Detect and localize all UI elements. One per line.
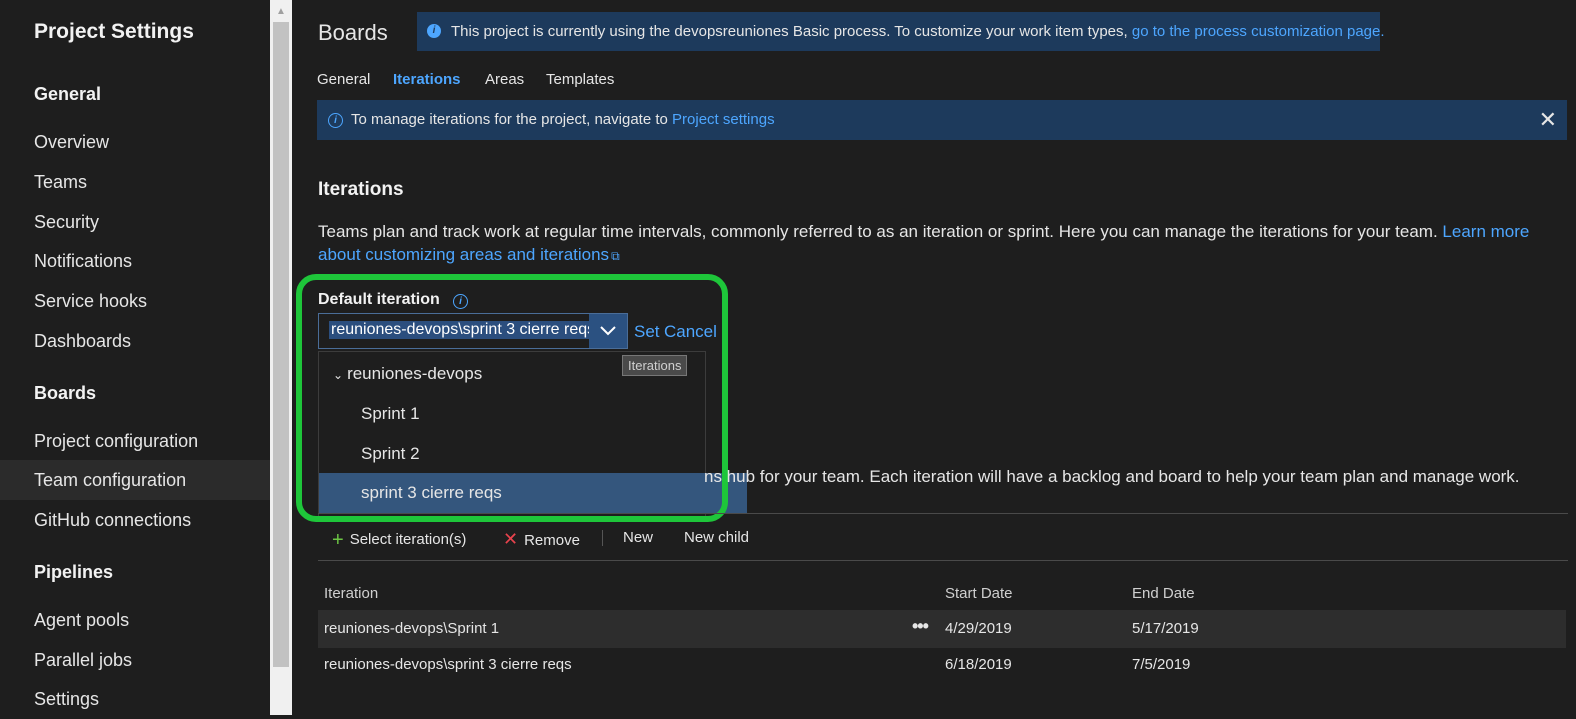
divider: [318, 560, 1568, 561]
select-iterations-button[interactable]: + Select iteration(s): [332, 529, 466, 552]
tab-general[interactable]: General: [317, 71, 370, 88]
default-iteration-combobox[interactable]: reuniones-devops\sprint 3 cierre reqs: [318, 313, 628, 349]
info-icon[interactable]: i: [453, 294, 468, 309]
more-options-icon[interactable]: •••: [912, 616, 929, 637]
select-iterations-label[interactable]: Select iteration(s): [350, 531, 467, 548]
process-info-banner: i This project is currently using the de…: [417, 12, 1385, 51]
divider: [318, 513, 1568, 514]
sidebar-item-security[interactable]: Security: [0, 202, 270, 242]
close-icon[interactable]: ✕: [1539, 100, 1557, 140]
sidebar-section-pipelines: Pipelines: [34, 562, 114, 582]
default-iteration-value[interactable]: reuniones-devops\sprint 3 cierre reqs: [329, 321, 591, 339]
sidebar-section-general: General: [34, 84, 102, 104]
tab-iterations[interactable]: Iterations: [393, 71, 461, 88]
dropdown-item-sprint-1[interactable]: Sprint 1: [319, 394, 747, 434]
scroll-thumb[interactable]: [273, 22, 289, 667]
default-iteration-label: Default iteration: [318, 291, 440, 308]
column-header-start-date[interactable]: Start Date: [945, 585, 1013, 602]
sidebar-item-notifications[interactable]: Notifications: [0, 241, 270, 281]
sidebar-item-settings[interactable]: Settings: [0, 679, 270, 719]
iterations-description: Teams plan and track work at regular tim…: [318, 220, 1568, 268]
set-button[interactable]: Set: [634, 322, 660, 342]
start-date-cell: 6/18/2019: [945, 656, 1012, 673]
iteration-cell: reuniones-devops\Sprint 1: [324, 620, 500, 637]
info-icon: i: [328, 113, 343, 128]
cancel-button[interactable]: Cancel: [664, 322, 717, 342]
end-date-cell: 5/17/2019: [1132, 620, 1199, 637]
external-link-icon: ⧉: [611, 249, 620, 263]
iteration-cell: reuniones-devops\sprint 3 cierre reqs: [324, 656, 572, 673]
process-banner-text: This project is currently using the devo…: [451, 23, 1128, 40]
sidebar-item-github-connections[interactable]: GitHub connections: [0, 500, 270, 540]
sidebar-section-boards: Boards: [34, 383, 97, 403]
dropdown-item-sprint-3[interactable]: sprint 3 cierre reqs: [319, 473, 747, 513]
iteration-dropdown: ⌄ reuniones-devops Sprint 1 Sprint 2 spri…: [318, 351, 747, 518]
dropdown-item-sprint-2[interactable]: Sprint 2: [319, 434, 747, 474]
new-button[interactable]: New: [623, 529, 653, 546]
sidebar: Project Settings General Overview Teams …: [0, 0, 270, 715]
new-child-button[interactable]: New child: [684, 529, 749, 546]
table-row[interactable]: reuniones-devops\sprint 3 cierre reqs 6/…: [318, 646, 1566, 684]
toolbar-separator: [602, 530, 603, 546]
manage-banner-text: To manage iterations for the project, na…: [351, 111, 668, 128]
remove-label[interactable]: Remove: [524, 532, 580, 549]
iterations-heading: Iterations: [318, 179, 404, 200]
end-date-cell: 7/5/2019: [1132, 656, 1191, 673]
sidebar-title: Project Settings: [34, 20, 194, 43]
sidebar-item-agent-pools[interactable]: Agent pools: [0, 600, 270, 640]
iterations-paragraph-tail: ns hub for your team. Each iteration wil…: [704, 467, 1520, 486]
chevron-down-icon[interactable]: ⌄: [333, 368, 343, 382]
sidebar-item-team-configuration[interactable]: Team configuration: [0, 460, 270, 500]
start-date-cell: 4/29/2019: [945, 620, 1012, 637]
page-title: Boards: [318, 20, 388, 45]
sidebar-item-parallel-jobs[interactable]: Parallel jobs: [0, 640, 270, 680]
column-header-iteration[interactable]: Iteration: [324, 585, 378, 602]
add-icon: +: [332, 529, 344, 551]
tab-areas[interactable]: Areas: [485, 71, 524, 88]
sidebar-scrollbar[interactable]: ▲: [270, 0, 292, 715]
sidebar-item-teams[interactable]: Teams: [0, 162, 270, 202]
manage-iterations-banner: i To manage iterations for the project, …: [317, 100, 1567, 140]
sidebar-item-service-hooks[interactable]: Service hooks: [0, 281, 270, 321]
sidebar-item-dashboards[interactable]: Dashboards: [0, 321, 270, 361]
process-customization-link[interactable]: go to the process customization page.: [1132, 23, 1385, 40]
main-content: Boards i This project is currently using…: [292, 0, 1576, 715]
chevron-down-icon[interactable]: [589, 314, 627, 348]
sidebar-item-overview[interactable]: Overview: [0, 122, 270, 162]
dropdown-item-root-label[interactable]: reuniones-devops: [347, 364, 482, 383]
info-icon: i: [427, 24, 441, 38]
iterations-tooltip: Iterations: [622, 355, 688, 376]
column-header-end-date[interactable]: End Date: [1132, 585, 1195, 602]
project-settings-link[interactable]: Project settings: [672, 111, 775, 128]
remove-button[interactable]: ✕ Remove: [503, 529, 580, 550]
sidebar-item-project-configuration[interactable]: Project configuration: [0, 421, 270, 461]
iterations-description-text: Teams plan and track work at regular tim…: [318, 222, 1438, 241]
remove-icon: ✕: [503, 529, 519, 549]
tab-templates[interactable]: Templates: [546, 71, 614, 88]
scroll-up-arrow-icon[interactable]: ▲: [270, 0, 292, 22]
table-row[interactable]: reuniones-devops\Sprint 1 ••• 4/29/2019 …: [318, 610, 1566, 648]
